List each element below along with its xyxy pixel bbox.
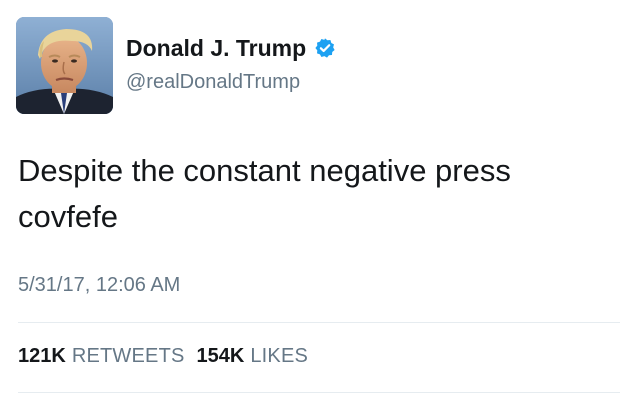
divider	[18, 322, 620, 323]
avatar[interactable]	[16, 17, 113, 114]
author-display-name[interactable]: Donald J. Trump	[126, 34, 306, 62]
author-name-row: Donald J. Trump	[126, 34, 336, 62]
tweet-card: Donald J. Trump @realDonaldTrump Despite…	[0, 0, 620, 400]
retweets-count: 121K	[18, 345, 66, 367]
tweet-stats: 121K RETWEETS 154K LIKES	[18, 343, 308, 369]
divider	[18, 392, 620, 393]
verified-badge-icon	[314, 37, 336, 59]
profile-photo-icon	[16, 17, 113, 114]
tweet-timestamp[interactable]: 5/31/17, 12:06 AM	[18, 272, 180, 298]
likes-stat[interactable]: 154K LIKES	[197, 343, 309, 369]
likes-count: 154K	[196, 345, 245, 367]
retweets-stat[interactable]: 121K RETWEETS	[18, 343, 185, 369]
tweet-text-line: Despite the constant negative press	[18, 153, 511, 188]
author-handle[interactable]: @realDonaldTrump	[126, 70, 300, 94]
tweet-text: Despite the constant negative press covf…	[18, 148, 608, 240]
likes-label: LIKES	[250, 345, 309, 367]
retweets-label: RETWEETS	[71, 345, 185, 367]
tweet-text-line: covfefe	[18, 199, 118, 234]
